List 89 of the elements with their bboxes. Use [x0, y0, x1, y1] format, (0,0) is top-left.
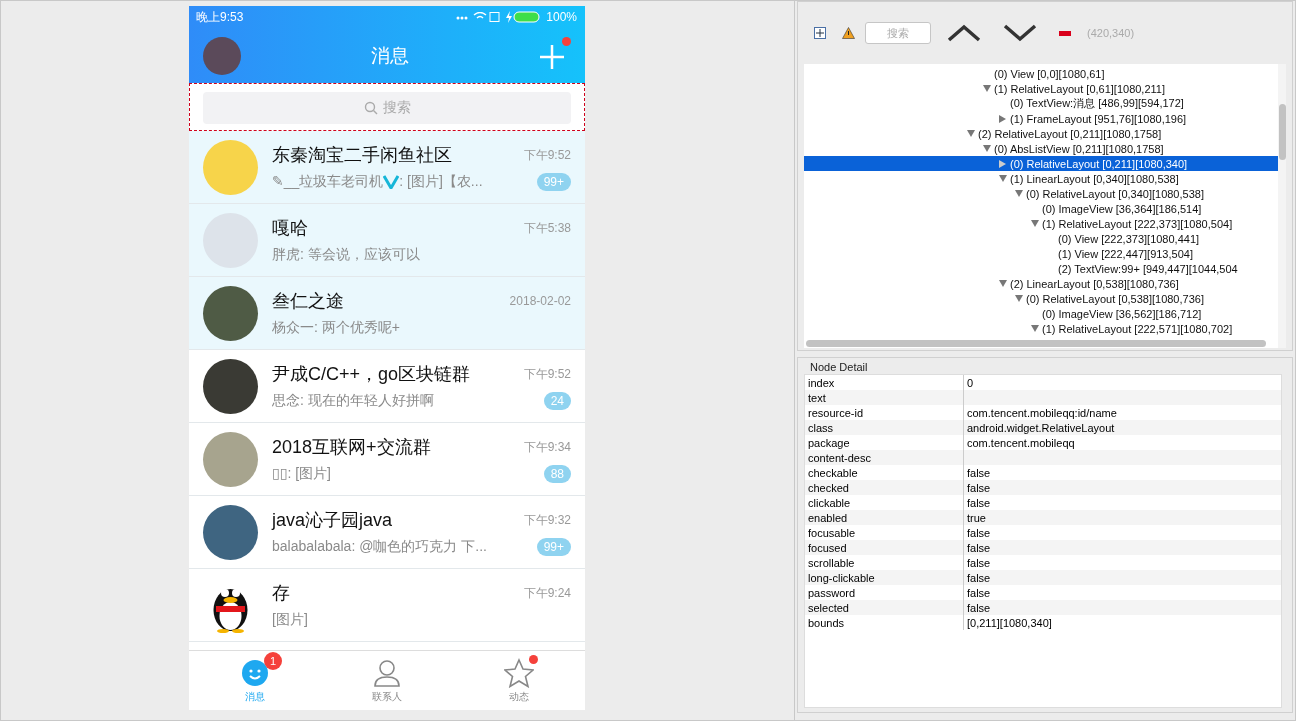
property-name: selected [805, 600, 963, 615]
triangle-down-icon[interactable] [1031, 220, 1039, 227]
property-value: android.widget.RelativeLayout [963, 420, 1281, 435]
tree-row[interactable]: (0) RelativeLayout [0,340][1080,538] [804, 186, 1278, 201]
unread-count: 88 [543, 465, 571, 483]
chat-time: 下午9:34 [523, 438, 571, 456]
message-preview: 杨众一: 两个优秀呢+ [272, 319, 400, 337]
triangle-down-icon[interactable] [1015, 190, 1023, 197]
tree-row[interactable]: (0) RelativeLayout [0,211][1080,340] [804, 156, 1278, 171]
tree-row[interactable]: (1) FrameLayout [951,76][1080,196] [804, 111, 1278, 126]
unread-count: 99+ [536, 538, 571, 556]
tree-row[interactable]: (0) View [0,0][1080,61] [804, 66, 1278, 81]
search-field[interactable]: 搜索 [865, 22, 931, 44]
triangle-right-icon[interactable] [999, 159, 1006, 168]
message-preview: balabalabala: @咖色的巧克力 下... [272, 538, 487, 556]
chat-row[interactable]: 嘎哈 下午5:38 胖虎: 等会说，应该可以 [189, 204, 585, 277]
chat-row[interactable]: 叁仁之途 2018-02-02 杨众一: 两个优秀呢+ [189, 277, 585, 350]
tree-row[interactable]: (1) RelativeLayout [0,61][1080,211] [804, 81, 1278, 96]
chat-name: 2018互联网+交流群 [272, 436, 431, 459]
scrollbar-thumb[interactable] [1278, 104, 1286, 160]
property-name: focused [805, 540, 963, 555]
property-value: false [963, 540, 1281, 555]
battery-level: 100% [546, 10, 577, 24]
chat-time: 2018-02-02 [509, 294, 571, 308]
tree-row[interactable]: (2) RelativeLayout [0,211][1080,1758] [804, 126, 1278, 141]
triangle-down-icon[interactable] [1015, 295, 1023, 302]
chat-name: 存 [272, 582, 290, 605]
message-preview: 思念: 现在的年轻人好拼啊 [272, 392, 434, 410]
chat-name: 嘎哈 [272, 217, 308, 240]
tree-row[interactable]: (2) TextView:99+ [949,447][1044,504 [804, 261, 1278, 276]
chat-bubble-icon [240, 657, 270, 688]
triangle-down-icon[interactable] [1031, 325, 1039, 332]
property-name: checked [805, 480, 963, 495]
unread-count: 99+ [536, 173, 571, 191]
property-value: false [963, 480, 1281, 495]
chat-name: 东秦淘宝二手闲鱼社区 [272, 144, 452, 167]
battery-icon [506, 11, 541, 23]
person-icon [372, 657, 402, 688]
panel-title: Node Detail [809, 360, 869, 374]
scrollbar-thumb[interactable] [806, 340, 1266, 347]
chat-name: java沁子园java [272, 509, 393, 532]
property-value: false [963, 600, 1281, 615]
property-value: true [963, 510, 1281, 525]
chat-time: 下午9:32 [523, 511, 571, 529]
chat-name: 叁仁之途 [272, 290, 344, 313]
warning-icon [842, 27, 855, 39]
tree-row[interactable]: (2) LinearLayout [0,538][1080,736] [804, 276, 1278, 291]
property-name: enabled [805, 510, 963, 525]
page-title: 消息 [371, 43, 409, 68]
property-value: false [963, 570, 1281, 585]
chat-time: 下午9:52 [523, 146, 571, 164]
triangle-down-icon[interactable] [967, 130, 975, 137]
unread-count: 24 [543, 392, 571, 410]
chat-time: 下午5:38 [523, 219, 571, 237]
message-preview: [图片] [272, 611, 308, 629]
property-name: text [805, 390, 963, 405]
triangle-down-icon[interactable] [999, 280, 1007, 287]
chat-time: 下午9:52 [523, 365, 571, 383]
triangle-right-icon[interactable] [999, 114, 1006, 123]
tree-row[interactable]: (0) TextView:消息 [486,99][594,172] [804, 96, 1278, 111]
star-icon [504, 657, 534, 688]
status-time: 晚上9:53 [196, 8, 244, 26]
tree-row[interactable]: (0) AbsListView [0,211][1080,1758] [804, 141, 1278, 156]
cursor-coordinates: (420,340) [1087, 27, 1135, 39]
property-name: class [805, 420, 963, 435]
tree-row[interactable]: (1) RelativeLayout [222,373][1080,504] [804, 216, 1278, 231]
triangle-down-icon[interactable] [983, 145, 991, 152]
triangle-down-icon[interactable] [999, 175, 1007, 182]
tree-row[interactable]: (0) ImageView [36,562][186,712] [804, 306, 1278, 321]
property-name: long-clickable [805, 570, 963, 585]
tree-row[interactable]: (1) RelativeLayout [222,571][1080,702] [804, 321, 1278, 336]
search-icon [363, 101, 378, 115]
chat-time: 下午9:24 [523, 584, 571, 602]
chat-row[interactable]: 东秦淘宝二手闲鱼社区 下午9:52 ✎__垃圾车老司机 : [图片]【农... 99+ [189, 131, 585, 204]
avatar-photo[interactable] [203, 36, 241, 75]
triangle-down-icon[interactable] [983, 85, 991, 92]
tree-row[interactable]: (0) View [222,373][1080,441] [804, 231, 1278, 246]
signal-icon [456, 12, 501, 22]
tree-row[interactable]: (1) View [222,447][913,504] [804, 246, 1278, 261]
chat-name: 尹成C/C++，go区块链群 [272, 363, 471, 386]
property-name: content-desc [805, 450, 963, 465]
message-preview: 胖虎: 等会说，应该可以 [272, 246, 420, 264]
tree-row[interactable]: (0) RelativeLayout [0,538][1080,736] [804, 291, 1278, 306]
message-preview: ▯▯: [图片] [272, 465, 331, 483]
unread-count: 1 [264, 651, 282, 670]
tree-row[interactable]: (0) ImageView [36,364][186,514] [804, 201, 1278, 216]
message-preview: ✎__垃圾车老司机 : [图片]【农... [272, 173, 483, 191]
add-button[interactable] [539, 36, 571, 69]
tree-row[interactable]: (1) LinearLayout [0,340][1080,538] [804, 171, 1278, 186]
